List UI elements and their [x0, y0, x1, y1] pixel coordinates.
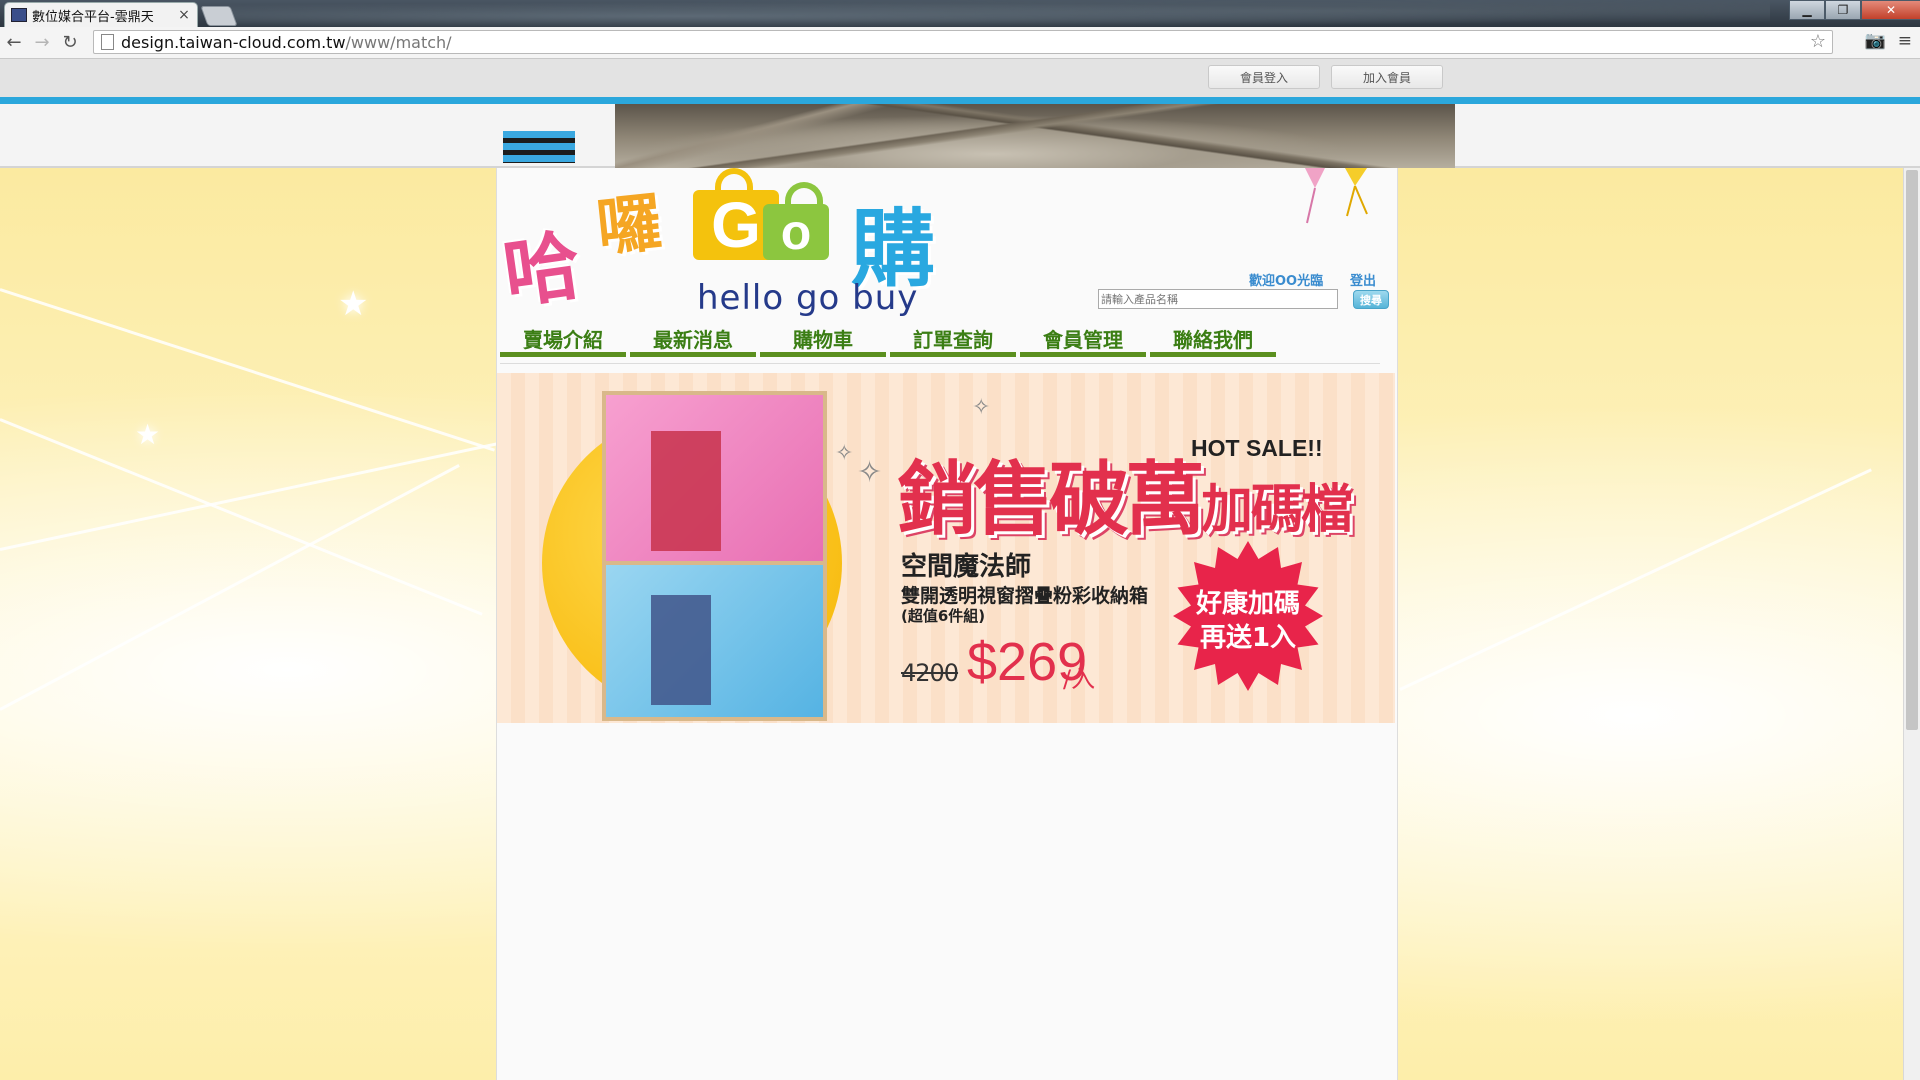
logo-char-ha: 哈: [498, 220, 586, 319]
promo-banner[interactable]: ✧ ✧ ✧ HOT SALE!! 銷售破萬加碼檔 空間魔法師 雙開透明視窗摺疊粉…: [497, 373, 1395, 723]
tab-close-icon[interactable]: ×: [177, 7, 191, 23]
url-path: /www/match/: [345, 32, 452, 52]
bookmark-star-icon[interactable]: ☆: [1810, 31, 1826, 52]
web-page: 會員登入 加入會員 ★ ★ 哈 囉 G o 購 hello go buy 歡迎O…: [0, 59, 1920, 1080]
reload-icon[interactable]: ↻: [56, 32, 84, 53]
menu-item-cart[interactable]: 購物車: [760, 328, 886, 357]
product-title: 空間魔法師: [901, 552, 1032, 582]
member-bar: 會員登入 加入會員: [0, 59, 1920, 97]
join-member-button[interactable]: 加入會員: [1331, 65, 1443, 89]
sparkle-icon: ✧: [835, 441, 854, 466]
price-unit: /入: [1063, 665, 1096, 693]
vertical-scrollbar[interactable]: [1903, 168, 1920, 1080]
product-note: (超值6件組): [901, 607, 986, 625]
back-icon[interactable]: ←: [0, 32, 28, 53]
favicon-icon: [11, 8, 27, 22]
minimize-icon[interactable]: ▁: [1789, 0, 1825, 20]
burst-line-1: 好康加碼: [1195, 589, 1300, 619]
tab-title: 數位媒合平台-雲鼎天: [32, 9, 154, 25]
old-price: 4200: [901, 659, 959, 687]
toolbar-right: 📷 ≡: [1865, 31, 1920, 51]
menu-item-store-intro[interactable]: 賣場介紹: [500, 328, 626, 357]
welcome-text: 歡迎OO光臨: [1249, 274, 1324, 289]
bonus-starburst: 好康加碼 再送1入: [1173, 541, 1323, 691]
promo-headline: 銷售破萬加碼檔: [897, 435, 1353, 551]
menu-item-news[interactable]: 最新消息: [630, 328, 756, 357]
headline-tail: 加碼檔: [1201, 480, 1353, 540]
window-close-icon[interactable]: ✕: [1861, 0, 1920, 20]
logout-link[interactable]: 登出: [1350, 270, 1376, 289]
header-accent-line: [0, 97, 1920, 104]
menu-divider: [500, 363, 1380, 364]
main-content: 哈 囉 G o 購 hello go buy 歡迎OO光臨 登出 搜尋 賣場介紹…: [496, 168, 1398, 1080]
pink-storage-box-image: [602, 391, 827, 566]
product-search-input[interactable]: [1098, 289, 1338, 309]
search-button[interactable]: 搜尋: [1353, 290, 1389, 309]
url-host: design.taiwan-cloud.com.tw: [121, 32, 346, 52]
member-login-button[interactable]: 會員登入: [1208, 65, 1320, 89]
menu-item-order-query[interactable]: 訂單查詢: [890, 328, 1016, 357]
page-icon: [101, 34, 114, 50]
menu-item-contact[interactable]: 聯絡我們: [1150, 328, 1276, 357]
top-banner-strip: [0, 104, 1920, 171]
browser-menu-icon[interactable]: ≡: [1898, 31, 1912, 51]
logo-english-text: hello go buy: [697, 278, 919, 318]
sparkle-icon: ✧: [972, 395, 991, 420]
browser-tab[interactable]: 數位媒合平台-雲鼎天 ×: [4, 2, 198, 27]
window-controls: ▁ ❐ ✕: [1789, 0, 1920, 20]
scrollbar-thumb[interactable]: [1906, 170, 1918, 730]
light-beam: [0, 439, 509, 551]
browser-toolbar: ← → ↻ design.taiwan-cloud.com.tw /www/ma…: [0, 27, 1920, 59]
address-bar[interactable]: design.taiwan-cloud.com.tw /www/match/ ☆: [93, 30, 1833, 54]
product-subtitle: 雙開透明視窗摺疊粉彩收納箱: [901, 585, 1149, 607]
forward-icon[interactable]: →: [28, 32, 56, 53]
driftwood-banner-image: [615, 104, 1455, 171]
hamburger-menu-icon[interactable]: [503, 131, 575, 163]
headline-main: 銷售破萬: [897, 453, 1205, 546]
blue-storage-box-image: [602, 561, 827, 721]
extension-icon[interactable]: 📷: [1865, 31, 1886, 51]
menu-item-member-admin[interactable]: 會員管理: [1020, 328, 1146, 357]
logo-char-luo: 囉: [593, 184, 666, 267]
light-beam: [0, 288, 496, 452]
burst-line-2: 再送1入: [1199, 623, 1297, 653]
titlebar-wallpaper: [220, 0, 1770, 27]
ribbon-bows-decoration: [1285, 168, 1375, 238]
light-beam: [1399, 468, 1872, 691]
star-sparkle-icon: ★: [338, 284, 369, 324]
sparkle-icon: ✧: [857, 455, 883, 490]
star-sparkle-icon: ★: [135, 418, 161, 451]
main-menu: 賣場介紹 最新消息 購物車 訂單查詢 會員管理 聯絡我們: [500, 328, 1280, 357]
light-beam: [0, 418, 483, 616]
maximize-icon[interactable]: ❐: [1825, 0, 1861, 20]
browser-titlebar: 數位媒合平台-雲鼎天 × ▁ ❐ ✕: [0, 0, 1920, 27]
logo-bag-o: o: [763, 182, 829, 260]
